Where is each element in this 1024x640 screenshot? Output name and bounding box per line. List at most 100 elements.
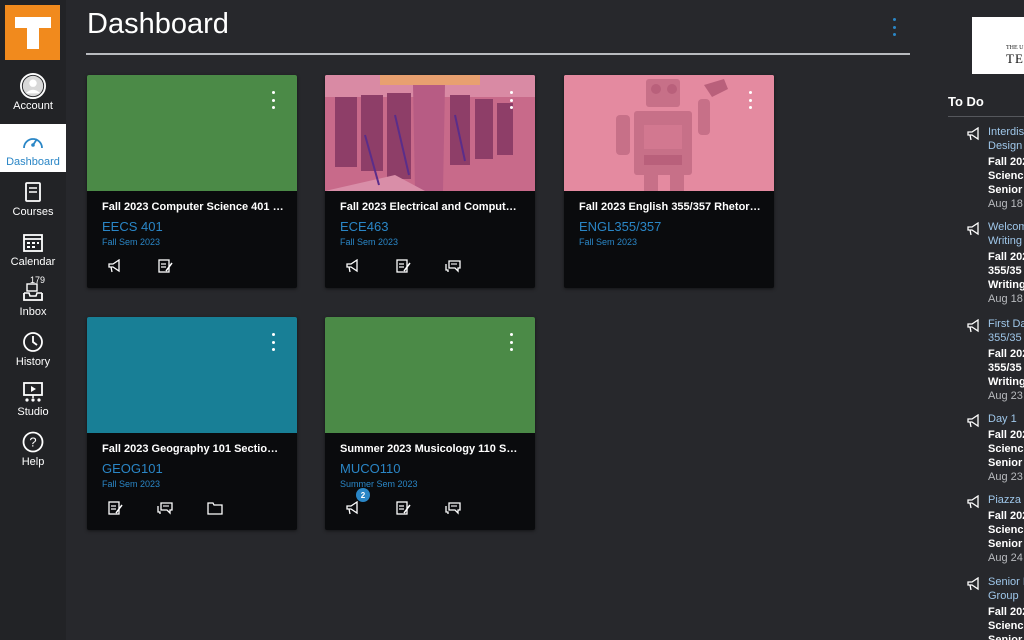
card-options-button[interactable] [746, 91, 754, 109]
course-term: Fall Sem 2023 [340, 237, 399, 247]
account-icon [20, 73, 46, 99]
nav-label: History [15, 356, 51, 368]
todo-item-link[interactable]: Day 1 [988, 412, 1024, 426]
files-button[interactable] [205, 498, 225, 518]
assignments-button[interactable] [155, 256, 175, 276]
todo-item-link[interactable]: 355/35 [988, 331, 1024, 345]
todo-item-course: Science [988, 524, 1024, 536]
nav-calendar[interactable]: Calendar [0, 224, 66, 272]
todo-item-link[interactable]: Interdis [988, 125, 1024, 139]
supercomputer-image [325, 75, 535, 191]
announcements-button[interactable] [105, 256, 125, 276]
nav-label: Help [21, 456, 45, 468]
nav-label: Calendar [10, 256, 56, 268]
history-icon [20, 330, 46, 354]
todo-item-date: Aug 18 [988, 293, 1023, 305]
nav-account[interactable]: Account [0, 68, 66, 116]
nav-courses[interactable]: Courses [0, 174, 66, 222]
course-title[interactable]: Summer 2023 Musicology 110 Section 001 [340, 443, 522, 455]
assignment-icon [396, 259, 411, 273]
course-term: Fall Sem 2023 [102, 237, 161, 247]
dashboard-options-button[interactable] [886, 16, 902, 38]
course-code[interactable]: MUCO110 [340, 461, 400, 476]
nav-dashboard[interactable]: Dashboard [0, 124, 66, 172]
course-code[interactable]: ECE463 [340, 219, 388, 234]
todo-heading: To Do [948, 94, 984, 109]
announcements-button[interactable] [343, 256, 363, 276]
card-options-button[interactable] [269, 333, 277, 351]
nav-history[interactable]: History [0, 324, 66, 372]
todo-item-course: Fall 202 [988, 429, 1024, 441]
course-card[interactable]: Summer 2023 Musicology 110 Section 001 M… [325, 317, 535, 530]
course-card-header[interactable] [325, 317, 535, 433]
todo-item-link[interactable]: Welcom [988, 220, 1024, 234]
course-card-header[interactable] [87, 75, 297, 191]
todo-item-course: Science [988, 170, 1024, 182]
tennessee-t-icon [14, 16, 51, 49]
todo-divider [948, 116, 1024, 117]
todo-item-course: 355/35 [988, 362, 1022, 374]
institution-banner[interactable]: THE U TEN [972, 17, 1024, 74]
todo-item-date: Aug 23 [988, 390, 1023, 402]
megaphone-icon [966, 494, 982, 509]
robot-image [564, 75, 774, 191]
course-term: Fall Sem 2023 [579, 237, 638, 247]
discussions-button[interactable] [443, 256, 463, 276]
todo-item-course: Senior D [988, 457, 1024, 469]
card-options-button[interactable] [507, 333, 515, 351]
todo-item-course: Fall 202 [988, 606, 1024, 618]
assignments-button[interactable] [393, 256, 413, 276]
megaphone-icon [966, 126, 982, 141]
course-card[interactable]: Fall 2023 English 355/357 Rhetoric and W… [564, 75, 774, 288]
global-nav: Account Dashboard Courses Calendar 179 I… [0, 0, 66, 640]
nav-studio[interactable]: Studio [0, 374, 66, 422]
discussion-icon [445, 502, 461, 515]
course-title[interactable]: Fall 2023 English 355/357 Rhetoric and W… [579, 201, 761, 213]
announcements-button[interactable]: 2 [343, 488, 370, 518]
brand-text-large: TEN [1006, 51, 1024, 66]
course-code[interactable]: GEOG101 [102, 461, 163, 476]
card-options-button[interactable] [269, 91, 277, 109]
todo-item-course: Senior D [988, 538, 1024, 550]
course-card[interactable]: Fall 2023 Electrical and Computer Engine… [325, 75, 535, 288]
todo-item-link[interactable]: First Da [988, 317, 1024, 331]
todo-item-course: Science [988, 443, 1024, 455]
megaphone-icon [346, 259, 358, 273]
todo-item-link[interactable]: Senior D [988, 575, 1024, 589]
course-card[interactable]: Fall 2023 Geography 101 Section 001 GEOG… [87, 317, 297, 530]
course-card-header[interactable] [87, 317, 297, 433]
todo-item-course: Senior D [988, 634, 1024, 640]
todo-item-date: Aug 24 [988, 552, 1023, 564]
assignments-button[interactable] [393, 498, 413, 518]
megaphone-icon [108, 259, 120, 273]
course-code[interactable]: ENGL355/357 [579, 219, 661, 234]
todo-item-link[interactable]: Piazza S [988, 493, 1024, 507]
nav-inbox[interactable]: 179 Inbox [0, 274, 66, 322]
todo-item-course: Senior D [988, 184, 1024, 196]
course-card-header[interactable] [325, 75, 535, 191]
course-code[interactable]: EECS 401 [102, 219, 163, 234]
course-title[interactable]: Fall 2023 Geography 101 Section 001 [102, 443, 284, 455]
todo-item-link[interactable]: Writing [988, 234, 1024, 248]
university-logo[interactable] [5, 5, 60, 60]
megaphone-icon [346, 501, 358, 515]
help-icon: ? [20, 430, 46, 454]
assignments-button[interactable] [105, 498, 125, 518]
card-options-button[interactable] [507, 91, 515, 109]
todo-item-course: Fall 202 [988, 348, 1024, 360]
todo-item-date: Aug 23 [988, 471, 1023, 483]
course-card[interactable]: Fall 2023 Computer Science 401 Senior De… [87, 75, 297, 288]
course-title[interactable]: Fall 2023 Electrical and Computer Engine… [340, 201, 522, 213]
discussions-button[interactable] [155, 498, 175, 518]
course-title[interactable]: Fall 2023 Computer Science 401 Senior De… [102, 201, 284, 213]
nav-help[interactable]: ? Help [0, 424, 66, 472]
todo-item-link[interactable]: Group [988, 589, 1024, 603]
nav-label: Dashboard [6, 156, 60, 168]
course-card-header[interactable] [564, 75, 774, 191]
megaphone-icon [966, 413, 982, 428]
course-term: Summer Sem 2023 [340, 479, 418, 489]
discussions-button[interactable] [443, 498, 463, 518]
todo-item-link[interactable]: Design [988, 139, 1024, 153]
assignment-icon [396, 501, 411, 515]
megaphone-icon [966, 576, 982, 591]
